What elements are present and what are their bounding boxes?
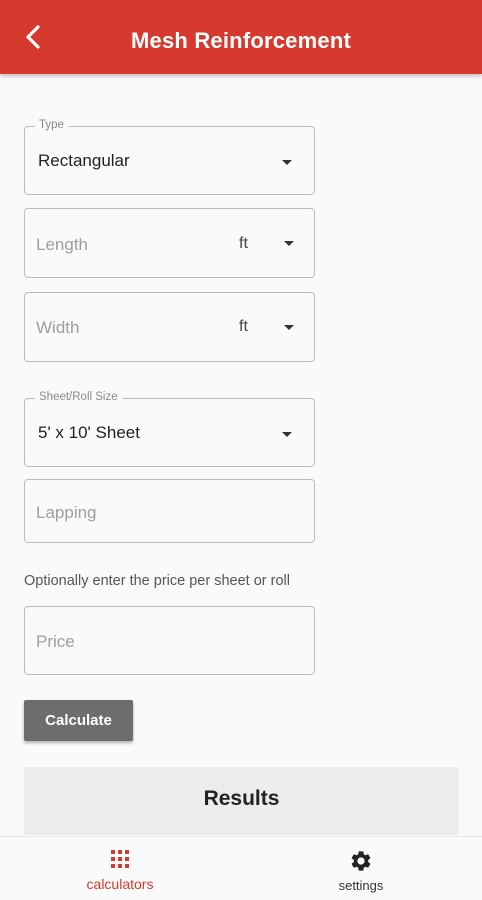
grid-icon (111, 850, 129, 868)
width-field[interactable]: Width ft (24, 292, 315, 362)
width-unit: ft (239, 318, 248, 335)
nav-label-settings: settings (338, 878, 384, 893)
results-card: Results (24, 767, 459, 835)
chevron-down-icon (284, 325, 294, 330)
bottom-navigation: calculators settings (0, 836, 482, 900)
type-label: Type (35, 119, 68, 131)
price-hint: Optionally enter the price per sheet or … (24, 573, 290, 589)
gear-icon (351, 851, 371, 871)
sheet-size-value: 5' x 10' Sheet (38, 423, 140, 442)
chevron-down-icon (282, 160, 292, 165)
type-value: Rectangular (38, 151, 130, 170)
nav-item-settings[interactable]: settings (261, 837, 461, 900)
app-bar: Mesh Reinforcement (0, 0, 482, 74)
sheet-size-select[interactable]: Sheet/Roll Size 5' x 10' Sheet (24, 391, 315, 467)
length-unit: ft (239, 235, 248, 252)
results-title: Results (203, 787, 280, 810)
chevron-down-icon (282, 432, 292, 437)
nav-item-calculators[interactable]: calculators (20, 837, 220, 900)
chevron-down-icon (284, 241, 294, 246)
calculate-button[interactable]: Calculate (24, 700, 133, 741)
sheet-size-label: Sheet/Roll Size (35, 391, 122, 403)
page-title: Mesh Reinforcement (131, 28, 351, 53)
lapping-placeholder: Lapping (36, 503, 97, 522)
lapping-field[interactable]: Lapping (24, 479, 315, 543)
price-field[interactable]: Price (24, 606, 315, 675)
nav-label-calculators: calculators (86, 876, 154, 892)
length-placeholder: Length (36, 235, 88, 254)
type-select[interactable]: Type Rectangular (24, 119, 315, 195)
price-placeholder: Price (36, 632, 75, 651)
width-placeholder: Width (36, 318, 80, 337)
length-field[interactable]: Length ft (24, 208, 315, 278)
